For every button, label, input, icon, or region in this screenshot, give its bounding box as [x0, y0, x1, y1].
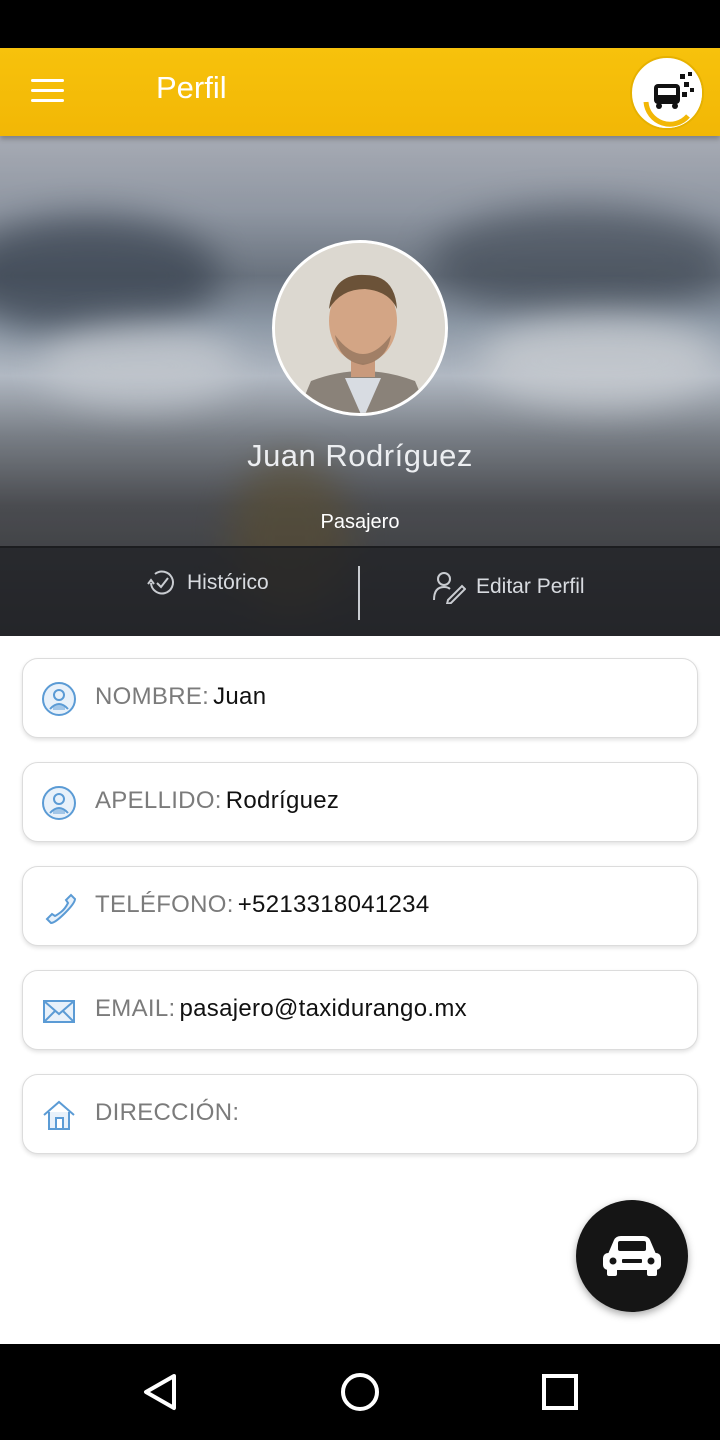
field-email[interactable]: EMAIL: pasajero@taxidurango.mx: [22, 970, 698, 1050]
taxi-logo[interactable]: [630, 56, 704, 130]
user-badge-icon: [42, 786, 76, 820]
phone-icon: [45, 893, 77, 925]
field-telefono[interactable]: TELÉFONO: +5213318041234: [22, 866, 698, 946]
back-icon[interactable]: [136, 1368, 184, 1416]
status-bar: [0, 0, 720, 48]
field-direccion[interactable]: DIRECCIÓN:: [22, 1074, 698, 1154]
field-label: TELÉFONO: +5213318041234: [95, 891, 430, 918]
car-icon: [603, 1236, 661, 1276]
home-icon: [43, 1100, 75, 1130]
field-apellido[interactable]: APELLIDO: Rodríguez: [22, 762, 698, 842]
field-value: +5213318041234: [237, 891, 430, 918]
history-button[interactable]: Histórico: [145, 568, 269, 598]
field-nombre[interactable]: NOMBRE: Juan: [22, 658, 698, 738]
field-label: NOMBRE: Juan: [95, 683, 267, 710]
field-label: EMAIL: pasajero@taxidurango.mx: [95, 995, 467, 1022]
edit-profile-button[interactable]: Editar Perfil: [432, 570, 585, 604]
history-label: Histórico: [187, 571, 269, 594]
avatar[interactable]: [272, 240, 448, 416]
history-icon: [147, 570, 174, 595]
edit-profile-label: Editar Perfil: [476, 575, 585, 598]
action-separator: [358, 566, 360, 620]
profile-action-bar: Histórico Editar Perfil: [0, 548, 720, 636]
field-value: Rodríguez: [225, 787, 340, 814]
user-badge-icon: [42, 682, 76, 716]
field-label: DIRECCIÓN:: [95, 1099, 240, 1126]
system-nav-bar: [0, 1344, 720, 1440]
app-bar: Perfil: [0, 48, 720, 136]
field-value: pasajero@taxidurango.mx: [179, 995, 467, 1022]
field-value: Juan: [213, 683, 267, 710]
envelope-icon: [43, 1000, 75, 1023]
profile-header: Juan Rodríguez Pasajero Histórico Editar…: [0, 136, 720, 636]
profile-role: Pasajero: [320, 511, 400, 533]
menu-icon[interactable]: [24, 72, 70, 112]
recents-icon[interactable]: [536, 1368, 584, 1416]
edit-user-icon: [433, 572, 466, 604]
page-title: Perfil: [156, 70, 227, 105]
field-label: APELLIDO: Rodríguez: [95, 787, 340, 814]
request-taxi-button[interactable]: [576, 1200, 688, 1312]
profile-name: Juan Rodríguez: [247, 438, 473, 473]
home-nav-icon[interactable]: [336, 1368, 384, 1416]
